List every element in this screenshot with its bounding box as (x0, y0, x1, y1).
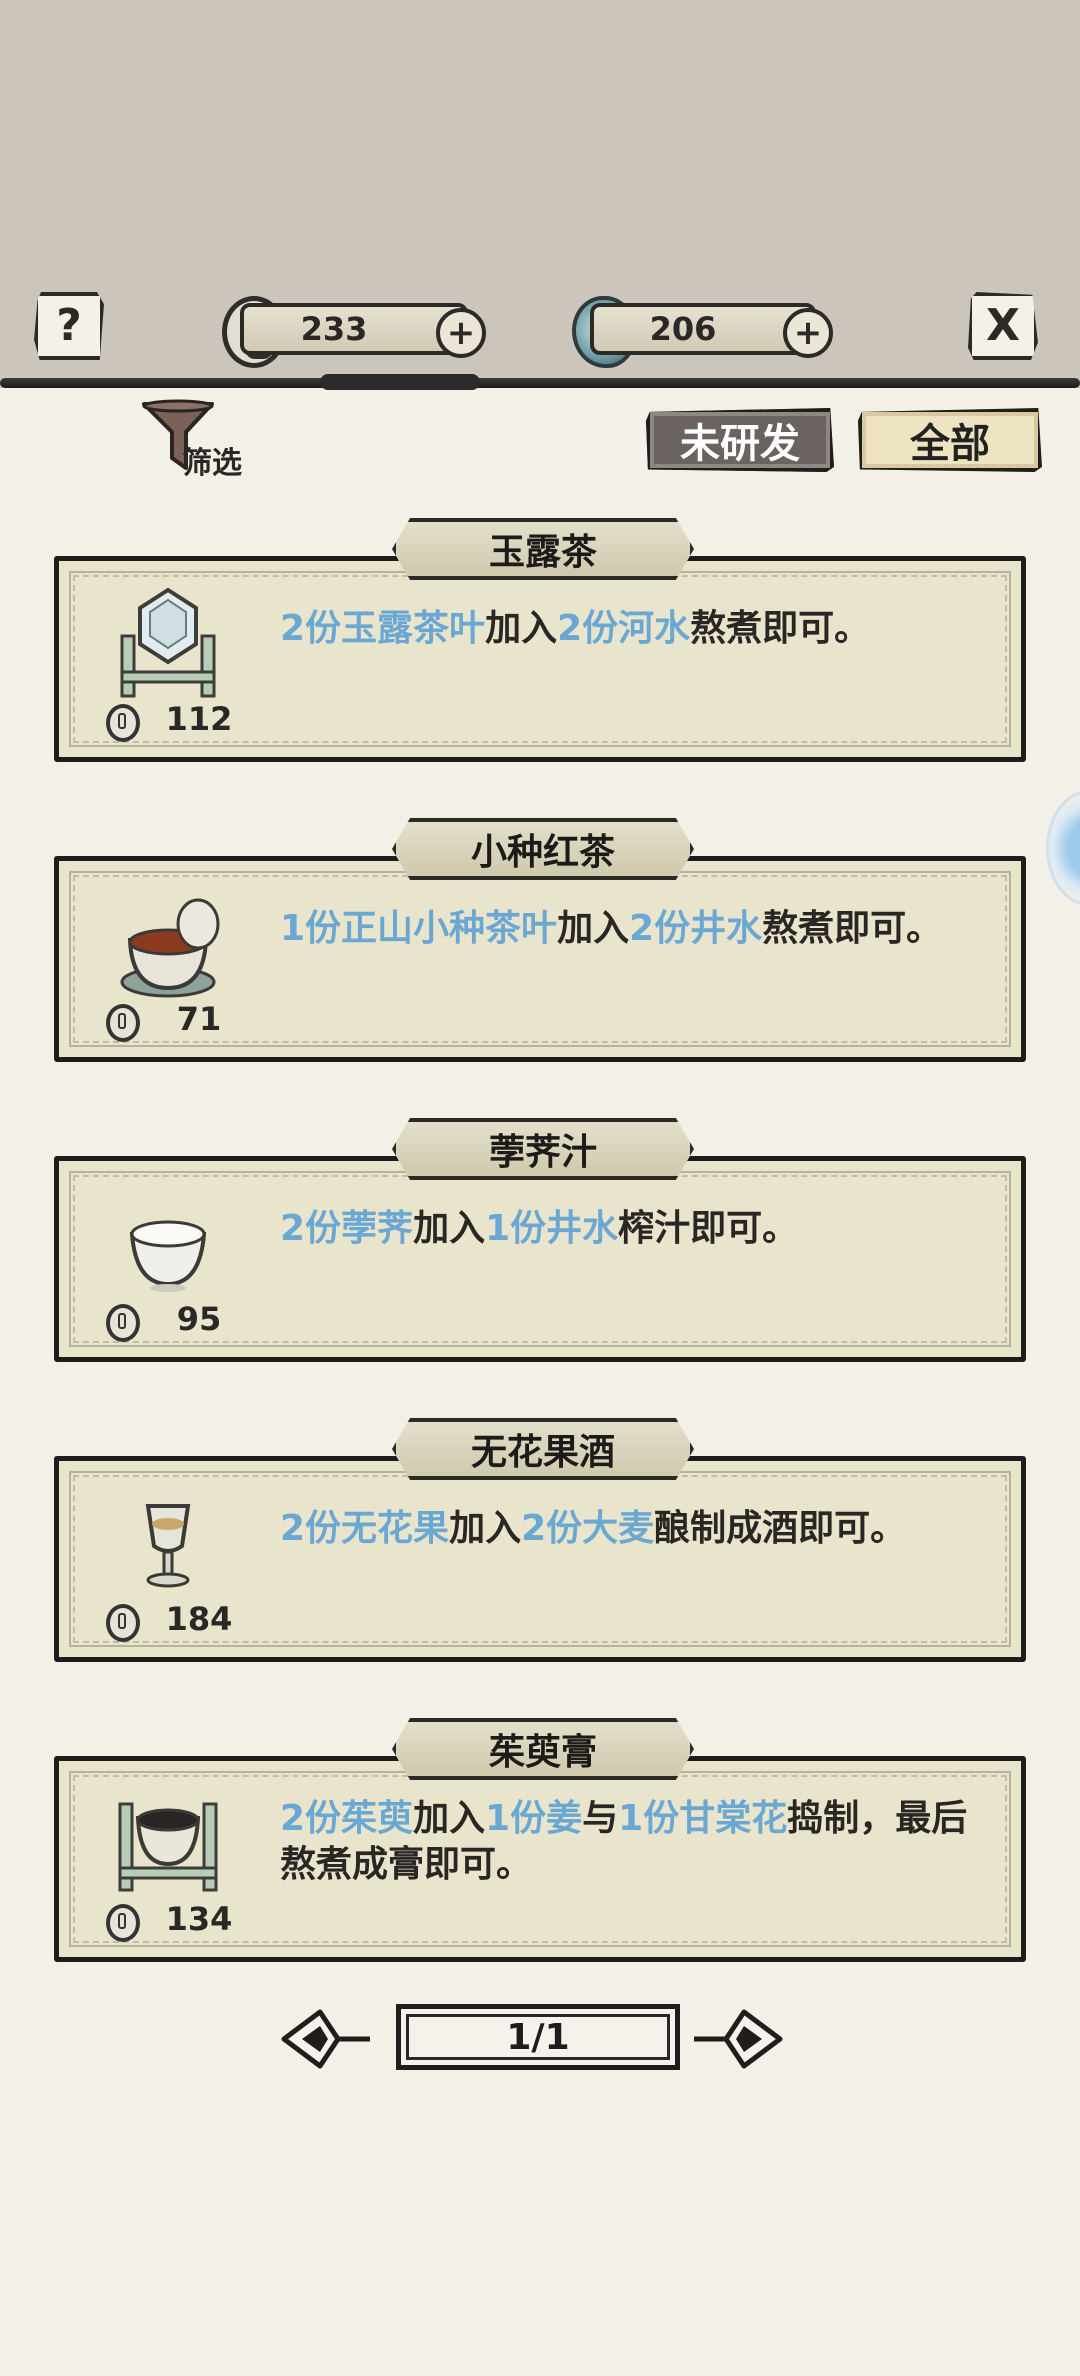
recipe-connector: 加入 (449, 1508, 522, 1549)
side-bubble-button[interactable] (1046, 790, 1080, 906)
next-page-button[interactable] (692, 2008, 784, 2070)
tab-undeveloped[interactable]: 未研发 (646, 408, 834, 472)
recipe-connector: 加入 (413, 1798, 486, 1839)
recipe-name: 荸荠汁 (392, 1118, 694, 1180)
teapot-icon (120, 587, 216, 698)
page-indicator: 1/1 (396, 2004, 680, 2070)
ingredient: 2份井水 (629, 908, 763, 949)
help-button[interactable]: ? (34, 292, 104, 360)
ingredient: 1份正山小种茶叶 (280, 908, 558, 949)
help-icon: ? (56, 300, 82, 351)
add-coins-button[interactable]: + (436, 308, 486, 358)
recipe-method: 熬煮即可。 (690, 608, 871, 649)
recipe-method: 熬煮即可。 (762, 908, 943, 949)
recipe-price: 184 (165, 1600, 233, 1638)
pagination: 1/1 (280, 1998, 800, 2082)
ingredient: 1份甘棠花 (618, 1798, 788, 1839)
jade-counter: 206 (590, 303, 816, 355)
ingredient: 2份大麦 (521, 1508, 655, 1549)
recipe-price: 95 (176, 1300, 222, 1338)
recipe-card[interactable]: 小种红茶 71 1份正山小种茶叶加入2份井水熬煮即可。 (54, 818, 1026, 1062)
tea-cup-icon (120, 898, 220, 998)
price-coin-icon (106, 704, 140, 742)
add-jade-button[interactable]: + (783, 308, 833, 358)
recipe-name: 玉露茶 (392, 518, 694, 580)
recipe-text: 1份正山小种茶叶加入2份井水熬煮即可。 (280, 906, 1000, 952)
recipe-card[interactable]: 玉露茶 112 2份玉露茶叶加入2份河水熬煮即可。 (54, 518, 1026, 762)
wine-glass-icon (145, 1504, 191, 1588)
ingredient: 2份玉露茶叶 (280, 608, 486, 649)
recipe-text: 2份玉露茶叶加入2份河水熬煮即可。 (280, 606, 1000, 652)
price-coin-icon (106, 1004, 140, 1042)
recipe-method: 榨汁即可。 (618, 1208, 799, 1249)
recipe-text: 2份茱萸加入1份姜与1份甘棠花捣制，最后熬煮成膏即可。 (280, 1796, 1000, 1888)
paste-bowl-icon (118, 1802, 218, 1892)
bowl-icon (129, 1220, 207, 1292)
recipe-price: 134 (165, 1900, 233, 1938)
recipe-name: 茱萸膏 (392, 1718, 694, 1780)
close-icon: X (986, 300, 1020, 351)
recipe-card[interactable]: 茱萸膏 134 2份茱萸加入1份姜与1份甘棠花捣制，最后熬煮成膏即可。 (54, 1718, 1026, 1962)
price-coin-icon (106, 1604, 140, 1642)
recipe-card[interactable]: 荸荠汁 95 2份荸荠加入1份井水榨汁即可。 (54, 1118, 1026, 1362)
recipe-name: 小种红茶 (392, 818, 694, 880)
filter-button[interactable]: 筛选 (140, 398, 280, 481)
recipe-text: 2份荸荠加入1份井水榨汁即可。 (280, 1206, 1000, 1252)
tab-all[interactable]: 全部 (858, 408, 1042, 472)
recipe-price: 112 (165, 700, 233, 738)
recipe-method: 酿制成酒即可。 (654, 1508, 907, 1549)
previous-page-button[interactable] (280, 2008, 372, 2070)
recipe-connector: 加入 (557, 908, 630, 949)
ingredient: 2份河水 (557, 608, 691, 649)
filter-label: 筛选 (182, 446, 242, 481)
coin-count: 233 (300, 310, 368, 348)
recipe-connector: 加入 (413, 1208, 486, 1249)
ingredient: 1份姜 (485, 1798, 583, 1839)
recipe-card[interactable]: 无花果酒 184 2份无花果加入2份大麦酿制成酒即可。 (54, 1418, 1026, 1662)
price-coin-icon (106, 1304, 140, 1342)
top-bar-background (0, 0, 1080, 388)
top-bar-divider (0, 374, 1080, 390)
recipe-text: 2份无花果加入2份大麦酿制成酒即可。 (280, 1506, 1000, 1552)
recipe-connector: 与 (582, 1798, 619, 1839)
ingredient: 1份井水 (485, 1208, 619, 1249)
recipe-name: 无花果酒 (392, 1418, 694, 1480)
coin-counter: 233 (240, 303, 468, 355)
ingredient: 2份荸荠 (280, 1208, 414, 1249)
jade-count: 206 (649, 310, 717, 348)
ingredient: 2份无花果 (280, 1508, 450, 1549)
close-button[interactable]: X (968, 292, 1038, 360)
recipe-connector: 加入 (485, 608, 558, 649)
price-coin-icon (106, 1904, 140, 1942)
ingredient: 2份茱萸 (280, 1798, 414, 1839)
recipe-price: 71 (176, 1000, 222, 1038)
